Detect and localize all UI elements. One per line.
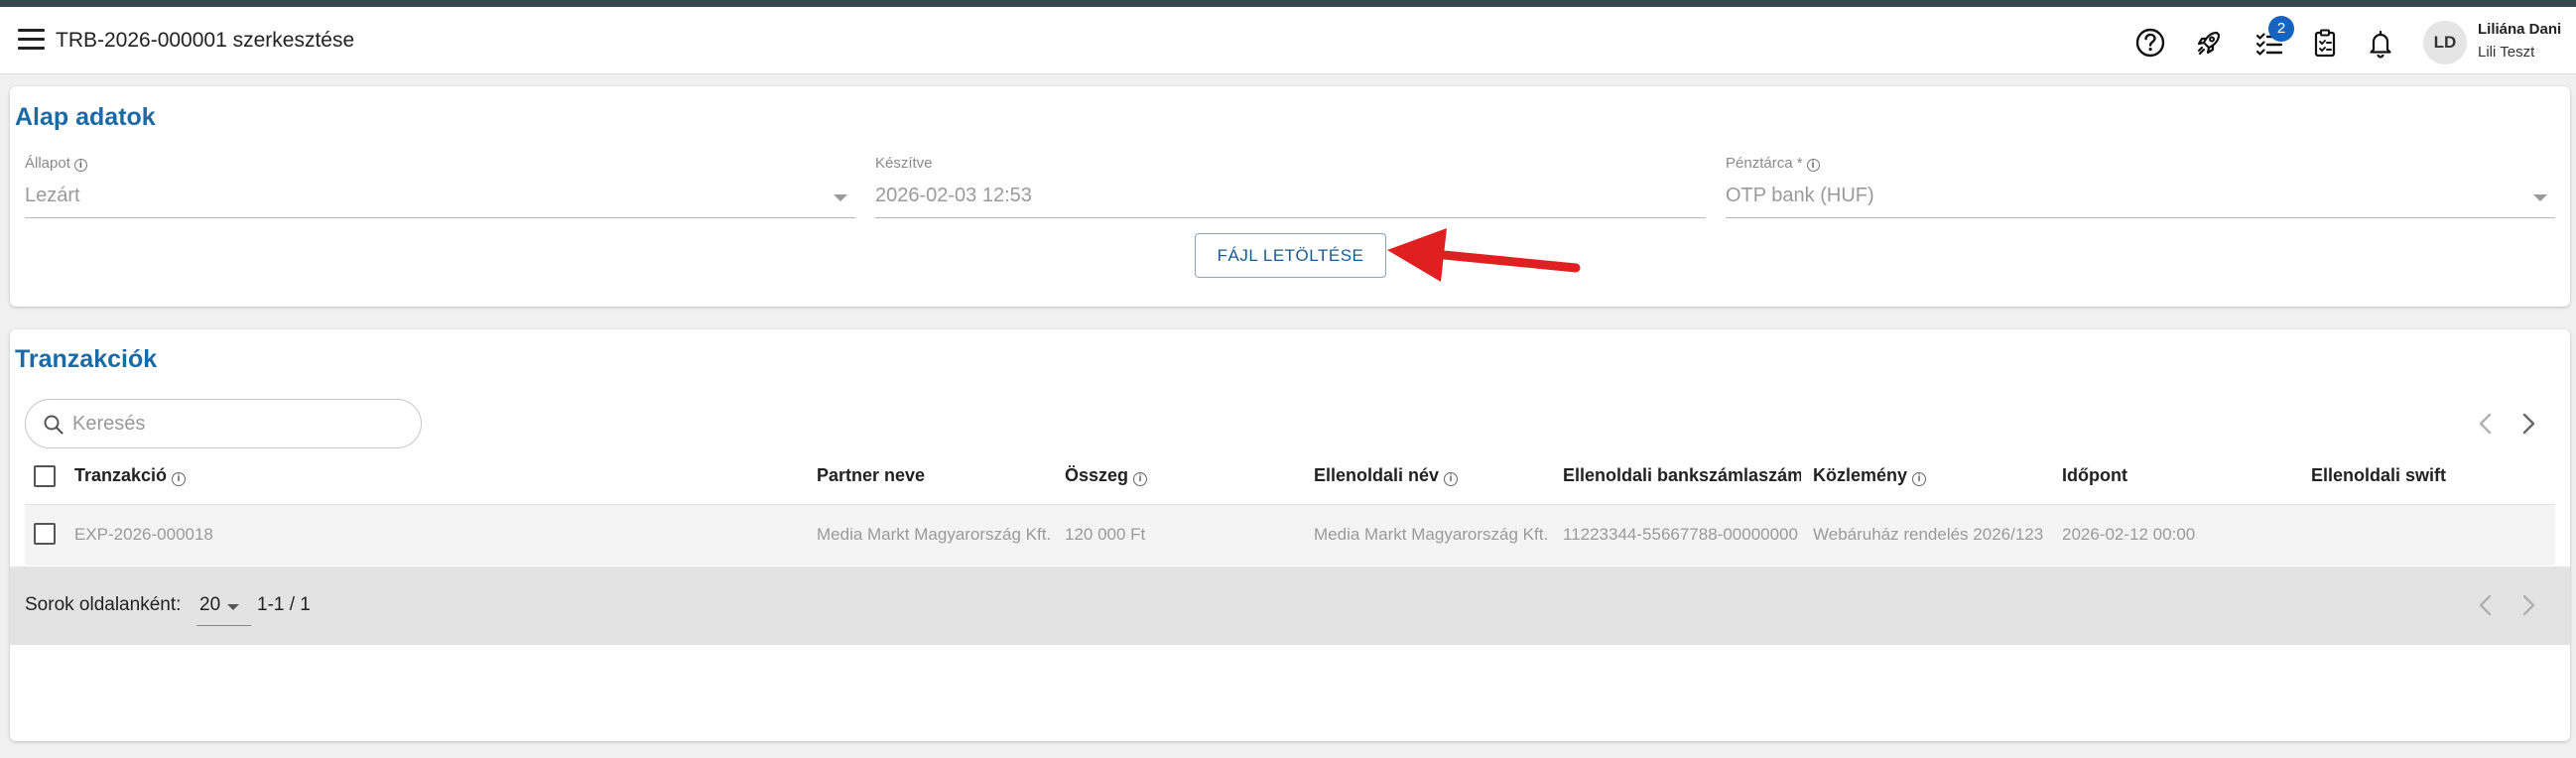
rocket-icon[interactable] <box>2190 24 2228 62</box>
column-header[interactable]: Partner neve <box>817 465 925 486</box>
cell-partner: Media Markt Magyarország Kft. <box>817 525 1052 544</box>
table-footer <box>10 567 2570 645</box>
annotation-arrow-icon <box>1387 228 1581 282</box>
download-file-button[interactable]: FÁJL LETÖLTÉSE <box>1195 233 1386 278</box>
column-header[interactable]: Tranzakció i <box>74 465 187 486</box>
chevron-right-icon[interactable] <box>2513 590 2543 620</box>
rows-per-page-label: Sorok oldalanként: <box>25 594 182 615</box>
info-icon[interactable]: i <box>1912 472 1927 486</box>
field-underline <box>25 217 855 218</box>
column-header[interactable]: Összeg i <box>1065 465 1148 486</box>
cell-message: Webáruház rendelés 2026/123 <box>1813 525 2044 544</box>
wallet-value: OTP bank (HUF) <box>1726 185 1874 206</box>
search-input[interactable]: Keresés <box>25 399 422 448</box>
dropdown-arrow-icon[interactable] <box>227 604 239 610</box>
column-header[interactable]: Ellenoldali név i <box>1314 465 1459 486</box>
info-icon[interactable]: i <box>73 159 87 172</box>
created-field: Készítve 2026-02-03 12:53 <box>875 155 1706 224</box>
search-icon <box>44 415 64 435</box>
cell-counterparty-account: 11223344-55667788-00000000 <box>1563 525 1798 544</box>
pagination-range: 1-1 / 1 <box>257 594 311 615</box>
chevron-left-icon[interactable] <box>2471 590 2501 620</box>
search-placeholder: Keresés <box>72 413 146 435</box>
chevron-left-icon[interactable] <box>2471 409 2501 439</box>
cell-date: 2026-02-12 00:00 <box>2062 525 2196 544</box>
info-icon[interactable]: i <box>1444 472 1459 486</box>
row-checkbox[interactable] <box>34 523 56 545</box>
help-icon[interactable] <box>2131 24 2169 62</box>
rows-per-page-select[interactable]: 20 <box>196 592 251 626</box>
app-bar: TRB-2026-000001 szerkesztése 2 LD Lilián… <box>0 7 2576 74</box>
user-organization: Lili Teszt <box>2478 44 2535 61</box>
created-label: Készítve <box>875 155 933 172</box>
bell-icon[interactable] <box>2362 24 2399 62</box>
user-name: Liliána Dani <box>2478 21 2562 38</box>
created-value: 2026-02-03 12:53 <box>875 185 1032 206</box>
info-icon[interactable]: i <box>1806 159 1820 172</box>
status-label: Állapot <box>25 155 70 172</box>
basic-data-title: Alap adatok <box>15 103 156 131</box>
dropdown-arrow-icon[interactable] <box>2533 194 2547 201</box>
chevron-right-icon[interactable] <box>2513 409 2543 439</box>
status-value: Lezárt <box>25 185 80 206</box>
avatar[interactable]: LD <box>2423 21 2467 64</box>
info-icon[interactable]: i <box>1133 472 1148 486</box>
wallet-label: Pénztárca * <box>1726 155 1803 172</box>
wallet-field[interactable]: Pénztárca * i OTP bank (HUF) <box>1726 155 2555 224</box>
rows-per-page-value: 20 <box>199 594 221 615</box>
top-strip <box>0 0 2576 7</box>
transactions-title: Tranzakciók <box>15 345 158 373</box>
column-header[interactable]: Ellenoldali swift <box>2311 465 2446 486</box>
column-header[interactable]: Időpont <box>2062 465 2127 486</box>
cell-transaction: EXP-2026-000018 <box>74 525 213 544</box>
select-all-checkbox[interactable] <box>34 465 56 487</box>
column-header[interactable]: Ellenoldali bankszámlaszám <box>1563 465 1801 486</box>
clipboard-icon[interactable] <box>2306 24 2344 62</box>
page-title: TRB-2026-000001 szerkesztése <box>56 29 355 52</box>
field-underline <box>1726 217 2555 218</box>
dropdown-arrow-icon[interactable] <box>834 194 847 201</box>
column-header[interactable]: Közlemény i <box>1813 465 1927 486</box>
cell-amount: 120 000 Ft <box>1065 525 1146 544</box>
field-underline <box>875 217 1706 218</box>
notification-badge: 2 <box>2268 16 2294 42</box>
cell-counterparty-name: Media Markt Magyarország Kft. <box>1314 525 1549 544</box>
status-field[interactable]: Állapot i Lezárt <box>25 155 855 224</box>
info-icon[interactable]: i <box>172 472 187 486</box>
menu-icon[interactable] <box>18 27 46 53</box>
